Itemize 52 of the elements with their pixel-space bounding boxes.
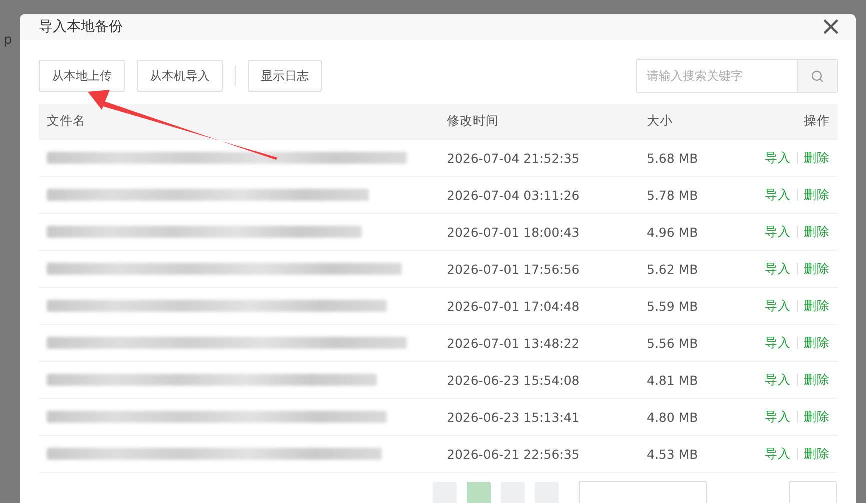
table-cell-text: 2026-06-21 22:56:35 (446, 446, 581, 462)
page-input-field[interactable] (579, 481, 707, 503)
table-cell-text: 5.59 MB (646, 298, 700, 314)
column-header: 修改时间 (446, 113, 500, 130)
page-button[interactable] (467, 482, 491, 503)
action-link[interactable]: 导入 (765, 150, 791, 166)
action-link[interactable]: 导入 (765, 372, 791, 388)
toolbar-button[interactable]: 从本地上传 (39, 60, 125, 92)
action-link[interactable]: 删除 (804, 298, 830, 314)
search-icon (811, 70, 824, 82)
table-cell-text: 4.80 MB (646, 410, 700, 424)
column-header: 大小 (646, 113, 674, 130)
table-cell-text: 4.53 MB (646, 446, 700, 462)
toolbar-button[interactable]: 从本机导入 (137, 60, 223, 92)
search-button[interactable] (797, 60, 837, 92)
action-link[interactable]: 删除 (804, 334, 830, 352)
table-cell-text: 2026-07-04 03:11:26 (446, 188, 581, 202)
action-link[interactable]: 导入 (765, 186, 791, 204)
action-link[interactable]: 导入 (765, 298, 791, 314)
action-link[interactable]: 删除 (804, 372, 830, 388)
table-cell-text: 2026-07-01 13:48:22 (446, 336, 581, 350)
action-link[interactable]: 删除 (804, 408, 830, 426)
column-header: 文件名 (46, 113, 87, 130)
action-link[interactable]: 导入 (765, 446, 791, 462)
action-link[interactable]: 导入 (765, 224, 791, 240)
table-cell-text: 5.68 MB (646, 150, 700, 166)
table-cell-text: 5.78 MB (646, 188, 700, 202)
dialog-title: 导入本地备份 (39, 18, 123, 36)
table-cell-text: 2026-07-01 18:00:43 (446, 224, 581, 240)
close-button[interactable]: × (820, 14, 842, 40)
table-cell-text: 4.96 MB (646, 224, 700, 240)
search-field[interactable]: 请输入搜索关键字 (636, 59, 838, 93)
table-cell-text: 4.81 MB (646, 372, 700, 388)
action-link[interactable]: 删除 (804, 224, 830, 240)
action-link[interactable]: 导入 (765, 408, 791, 426)
table-cell-text: 2026-06-23 15:54:08 (446, 372, 581, 388)
action-link[interactable]: 删除 (804, 150, 830, 166)
table-cell-text: 2026-07-04 21:52:35 (446, 150, 581, 166)
page-jump-button[interactable] (789, 481, 837, 503)
action-link[interactable]: 导入 (765, 260, 791, 278)
action-link[interactable]: 删除 (804, 446, 830, 462)
action-link[interactable]: 删除 (804, 260, 830, 278)
table-cell-text: 2026-07-01 17:56:56 (446, 262, 581, 276)
table-cell-text: 2026-06-23 15:13:41 (446, 410, 581, 424)
table-cell-text: 5.56 MB (646, 336, 700, 350)
table-cell-text: 5.62 MB (646, 262, 700, 276)
table-cell-text: 2026-07-01 17:04:48 (446, 298, 581, 314)
toolbar-button[interactable]: 显示日志 (248, 60, 322, 92)
action-link[interactable]: 导入 (765, 334, 791, 352)
action-link[interactable]: 删除 (804, 186, 830, 204)
background-text: p (4, 33, 12, 48)
column-header: 操作 (803, 113, 831, 130)
